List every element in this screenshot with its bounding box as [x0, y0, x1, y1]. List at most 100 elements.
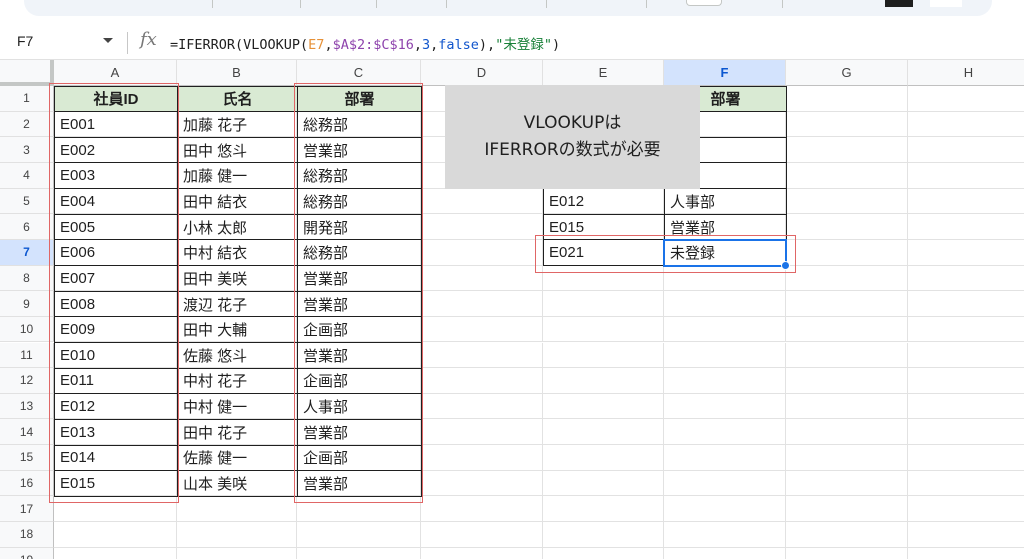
cell-d7[interactable] [421, 239, 543, 266]
cell-d11[interactable] [421, 342, 543, 369]
cell-g5[interactable] [786, 188, 908, 215]
cell-d6[interactable] [421, 214, 543, 240]
cell-f16[interactable] [664, 470, 786, 497]
cell-h11[interactable] [908, 343, 1024, 369]
column-header-f[interactable]: F [664, 60, 786, 86]
name-box[interactable]: F7 [17, 33, 33, 49]
cell-c1[interactable]: 部署 [297, 85, 422, 113]
row-header-5[interactable]: 5 [0, 188, 54, 215]
cell-a17[interactable] [54, 496, 177, 523]
cell-a1[interactable]: 社員ID [54, 85, 178, 113]
cell-h17[interactable] [908, 496, 1024, 523]
row-header-13[interactable]: 13 [0, 393, 54, 420]
cell-d17[interactable] [421, 496, 543, 523]
cell-f7[interactable]: 未登録 [664, 239, 787, 267]
cell-g2[interactable] [786, 111, 908, 138]
cell-a12[interactable]: E011 [54, 367, 178, 395]
cell-g17[interactable] [786, 496, 908, 523]
cell-h6[interactable] [908, 214, 1024, 240]
column-header-e[interactable]: E [543, 60, 664, 86]
cell-e14[interactable] [543, 419, 664, 446]
cell-g6[interactable] [786, 214, 908, 240]
formula-input[interactable]: =IFERROR(VLOOKUP(E7,$A$2:$C$16,3,false),… [170, 33, 560, 53]
row-header-10[interactable]: 10 [0, 316, 54, 343]
column-header-a[interactable]: A [54, 60, 177, 86]
cell-g14[interactable] [786, 419, 908, 446]
cell-b2[interactable]: 加藤 花子 [177, 111, 298, 138]
cell-b15[interactable]: 佐藤 健一 [177, 444, 298, 472]
row-header-1[interactable]: 1 [0, 86, 54, 112]
cell-f10[interactable] [664, 316, 786, 343]
row-header-9[interactable]: 9 [0, 291, 54, 317]
cell-g11[interactable] [786, 342, 908, 369]
cell-c11[interactable]: 営業部 [297, 342, 422, 369]
cell-c10[interactable]: 企画部 [297, 316, 422, 343]
row-header-2[interactable]: 2 [0, 111, 54, 138]
cell-f14[interactable] [664, 419, 786, 446]
column-header-g[interactable]: G [786, 60, 908, 86]
cell-c7[interactable]: 総務部 [297, 239, 422, 267]
cell-g10[interactable] [786, 316, 908, 343]
cell-g8[interactable] [786, 265, 908, 292]
row-header-7[interactable]: 7 [0, 239, 54, 266]
cell-f8[interactable] [664, 265, 786, 292]
cell-e16[interactable] [543, 470, 664, 497]
cell-f9[interactable] [664, 291, 786, 317]
row-header-4[interactable]: 4 [0, 162, 54, 189]
cell-e11[interactable] [543, 342, 664, 369]
column-header-d[interactable]: D [421, 60, 543, 86]
cell-h3[interactable] [908, 137, 1024, 163]
cell-g12[interactable] [786, 368, 908, 394]
cell-g13[interactable] [786, 393, 908, 420]
cell-d13[interactable] [421, 393, 543, 420]
cell-a18[interactable] [54, 522, 177, 548]
row-header-8[interactable]: 8 [0, 265, 54, 292]
cell-g18[interactable] [786, 522, 908, 548]
cell-c19[interactable] [297, 547, 421, 559]
cell-h13[interactable] [908, 394, 1024, 420]
cell-c3[interactable]: 営業部 [297, 136, 422, 164]
cell-b3[interactable]: 田中 悠斗 [177, 136, 298, 164]
cell-b12[interactable]: 中村 花子 [177, 367, 298, 395]
cell-a10[interactable]: E009 [54, 316, 178, 343]
cell-h19[interactable] [908, 548, 1024, 559]
cell-e6[interactable]: E015 [543, 213, 665, 241]
cell-h15[interactable] [908, 445, 1024, 471]
cell-c17[interactable] [297, 496, 421, 523]
row-header-17[interactable]: 17 [0, 496, 54, 523]
cell-b18[interactable] [177, 522, 297, 548]
cell-a5[interactable]: E004 [54, 188, 178, 215]
cell-h2[interactable] [908, 112, 1024, 138]
cell-e12[interactable] [543, 368, 664, 394]
cell-f15[interactable] [664, 445, 786, 471]
cell-d8[interactable] [421, 265, 543, 292]
cell-g3[interactable] [786, 137, 908, 163]
cell-b14[interactable]: 田中 花子 [177, 418, 298, 446]
cell-g7[interactable] [786, 239, 908, 266]
cell-g4[interactable] [786, 162, 908, 189]
cell-a16[interactable]: E015 [54, 470, 178, 497]
cell-a4[interactable]: E003 [54, 162, 178, 190]
cell-c8[interactable]: 営業部 [297, 265, 422, 292]
cell-d14[interactable] [421, 419, 543, 446]
row-header-18[interactable]: 18 [0, 522, 54, 548]
cell-c6[interactable]: 開発部 [297, 213, 422, 241]
cell-e5[interactable]: E012 [543, 188, 665, 215]
cell-e15[interactable] [543, 445, 664, 471]
cell-b17[interactable] [177, 496, 297, 523]
column-header-h[interactable]: H [908, 60, 1024, 86]
cell-f5[interactable]: 人事部 [664, 188, 787, 215]
cell-h1[interactable] [908, 86, 1024, 112]
cell-f18[interactable] [664, 522, 786, 548]
cell-h12[interactable] [908, 368, 1024, 394]
cell-a7[interactable]: E006 [54, 239, 178, 267]
cell-b11[interactable]: 佐藤 悠斗 [177, 342, 298, 369]
cell-c12[interactable]: 企画部 [297, 367, 422, 395]
cell-e9[interactable] [543, 291, 664, 317]
row-header-6[interactable]: 6 [0, 214, 54, 240]
cell-e10[interactable] [543, 316, 664, 343]
column-header-c[interactable]: C [297, 60, 421, 86]
cell-d5[interactable] [421, 188, 543, 215]
cell-h7[interactable] [908, 240, 1024, 266]
cell-b4[interactable]: 加藤 健一 [177, 162, 298, 190]
